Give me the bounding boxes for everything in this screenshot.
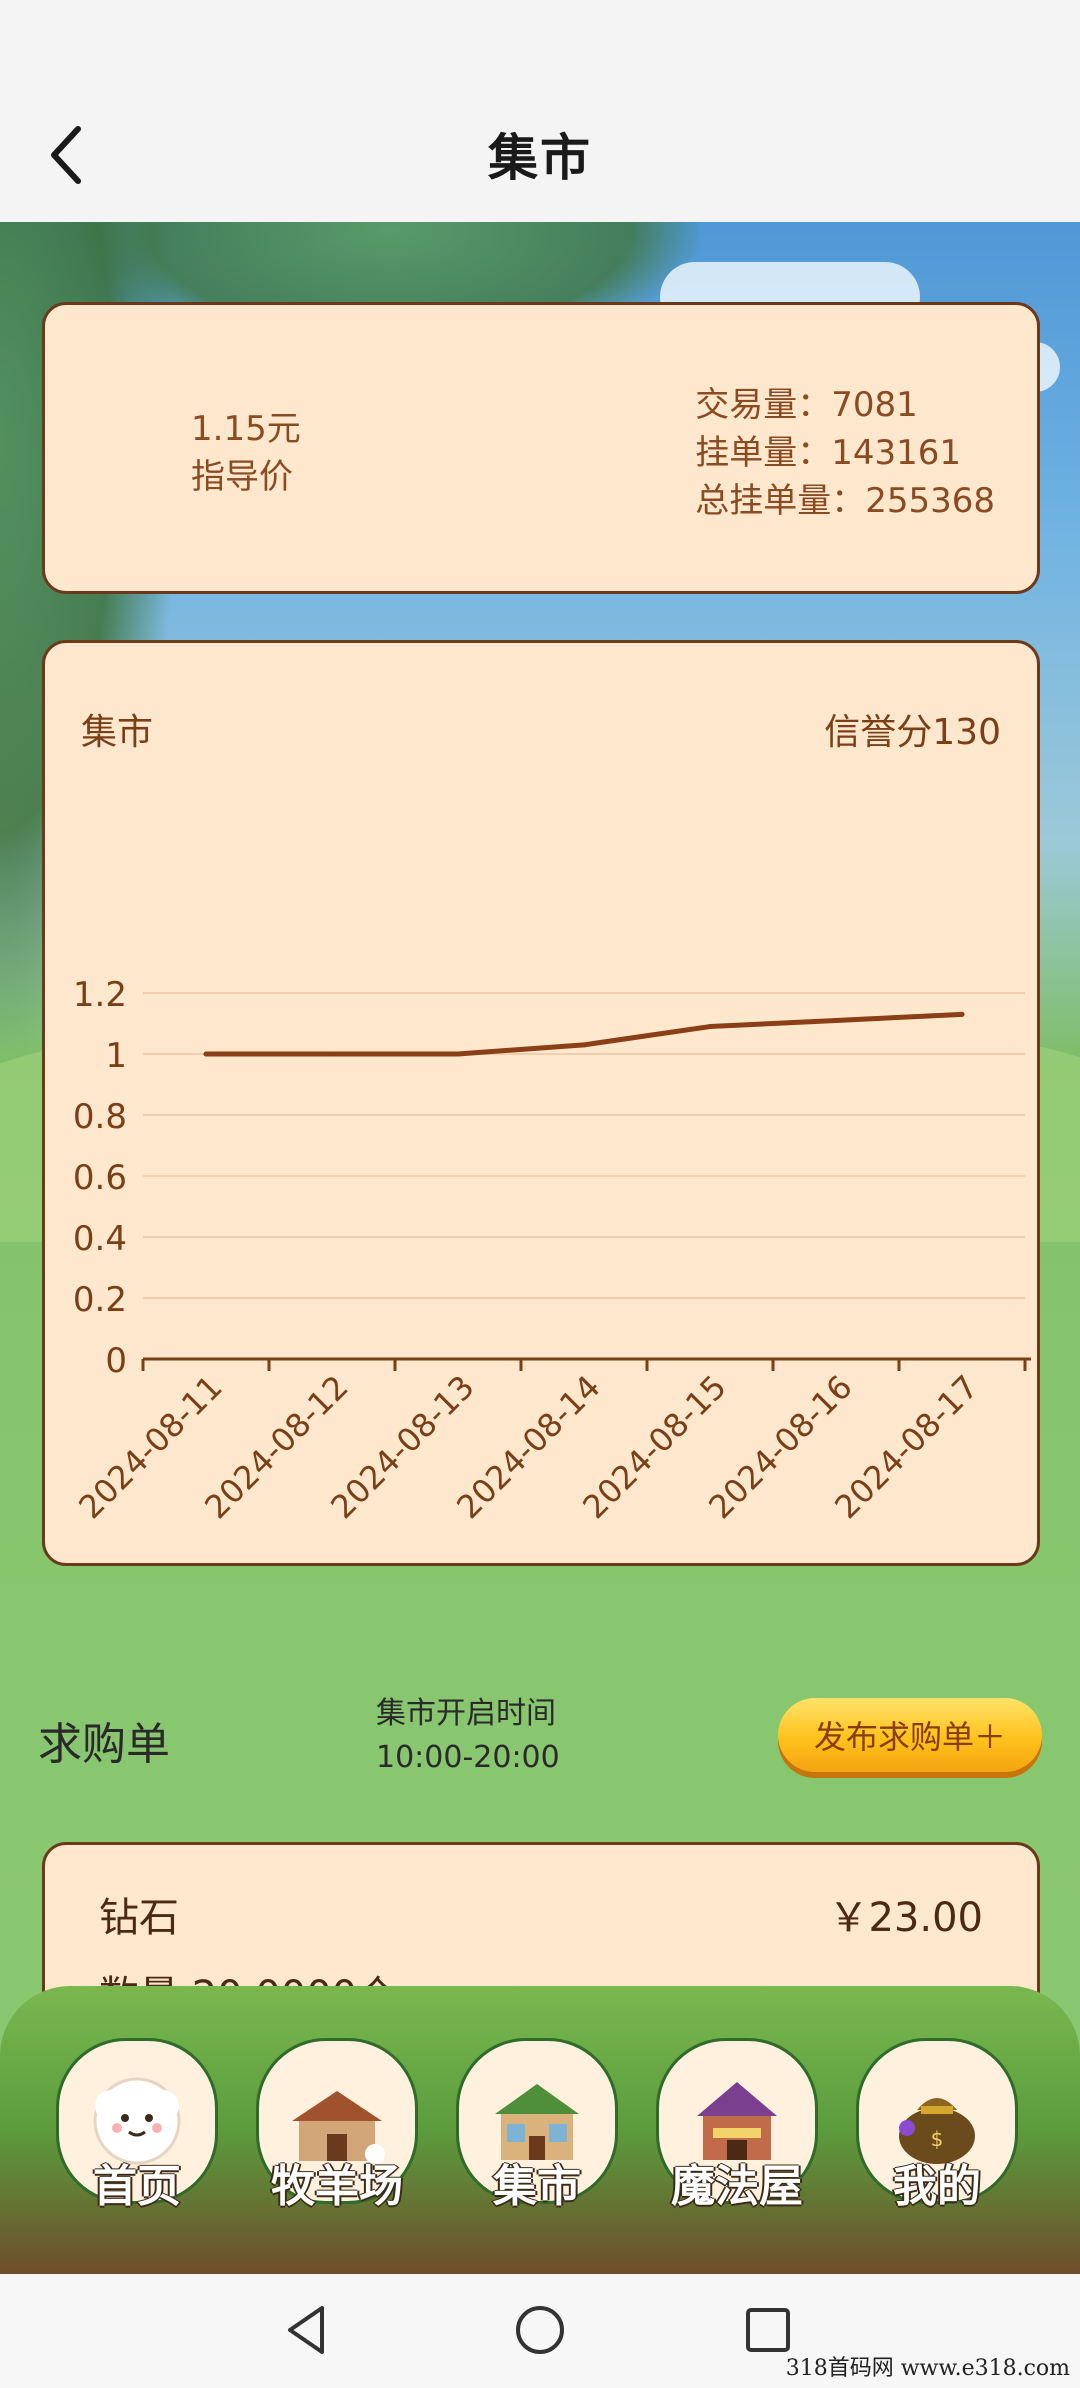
price-line-chart: 00.20.40.60.811.22024-08-112024-08-12202… <box>71 975 1031 1526</box>
guide-price-value: 1.15元 <box>191 409 301 449</box>
nav-label: 集市 <box>493 2161 581 2212</box>
nav-item-market[interactable]: 集市 <box>456 2038 618 2212</box>
bottom-navigation: 首页 牧羊场 集市 魔法屋 $ 我的 <box>0 1986 1080 2274</box>
data-point <box>455 1051 461 1057</box>
y-tick-label: 0.8 <box>73 1097 127 1137</box>
system-navigation-bar: 318首码网 www.e318.com <box>0 2274 1080 2388</box>
total-listing-volume: 总挂单量：255368 <box>695 481 995 521</box>
watermark-text: 318首码网 www.e318.com <box>785 2356 1070 2381</box>
order-item-name: 钻石 <box>99 1895 179 1941</box>
data-point <box>959 1011 965 1017</box>
nav-item-mine[interactable]: $ 我的 <box>856 2038 1018 2212</box>
open-time-label: 集市开启时间 <box>376 1696 556 1731</box>
nav-label: 魔法屋 <box>671 2161 803 2212</box>
back-triangle-icon[interactable] <box>278 2300 338 2360</box>
nav-label: 牧羊场 <box>271 2161 403 2212</box>
market-stats: 交易量：7081 挂单量：143161 总挂单量：255368 <box>695 381 995 525</box>
open-time-value: 10:00-20:00 <box>376 1740 560 1775</box>
price-summary-card: 1.15元 指导价 交易量：7081 挂单量：143161 总挂单量：25536… <box>42 302 1040 594</box>
home-circle-icon[interactable] <box>510 2300 570 2360</box>
series-line <box>203 1011 965 1057</box>
data-point <box>707 1024 713 1030</box>
order-item-price: ￥23.00 <box>828 1895 983 1941</box>
top-bar: 集市 <box>0 0 1080 222</box>
market-open-time: 集市开启时间 10:00-20:00 <box>376 1692 560 1780</box>
nav-label: 首页 <box>93 2161 181 2212</box>
guide-price-label: 指导价 <box>191 457 293 497</box>
page-title: 集市 <box>488 129 592 187</box>
y-tick-label: 0.6 <box>73 1158 127 1198</box>
data-point <box>203 1051 209 1057</box>
nav-item-farm[interactable]: 牧羊场 <box>256 2038 418 2212</box>
nav-item-home[interactable]: 首页 <box>56 2038 218 2212</box>
y-tick-label: 1.2 <box>73 975 127 1015</box>
data-point <box>329 1051 335 1057</box>
svg-text:$: $ <box>931 2127 944 2151</box>
publish-buy-order-button[interactable]: 发布求购单＋ <box>778 1698 1042 1772</box>
data-point <box>581 1042 587 1048</box>
nav-label: 我的 <box>893 2161 981 2212</box>
trade-volume: 交易量：7081 <box>695 385 918 425</box>
listing-volume: 挂单量：143161 <box>695 433 961 473</box>
y-tick-label: 0.4 <box>73 1219 127 1259</box>
data-point <box>833 1017 839 1023</box>
section-title-buy-orders: 求购单 <box>38 1719 170 1770</box>
y-tick-label: 1 <box>105 1036 127 1076</box>
y-tick-label: 0 <box>105 1341 127 1381</box>
nav-item-magic-house[interactable]: 魔法屋 <box>656 2038 818 2212</box>
guide-price-block: 1.15元 指导价 <box>191 405 301 501</box>
y-tick-label: 0.2 <box>73 1280 127 1320</box>
price-chart-card: 集市 信誉分130 0 0.2 0.4 0.6 0.8 1 1.2 2024-08-11 202… <box>42 640 1040 1566</box>
